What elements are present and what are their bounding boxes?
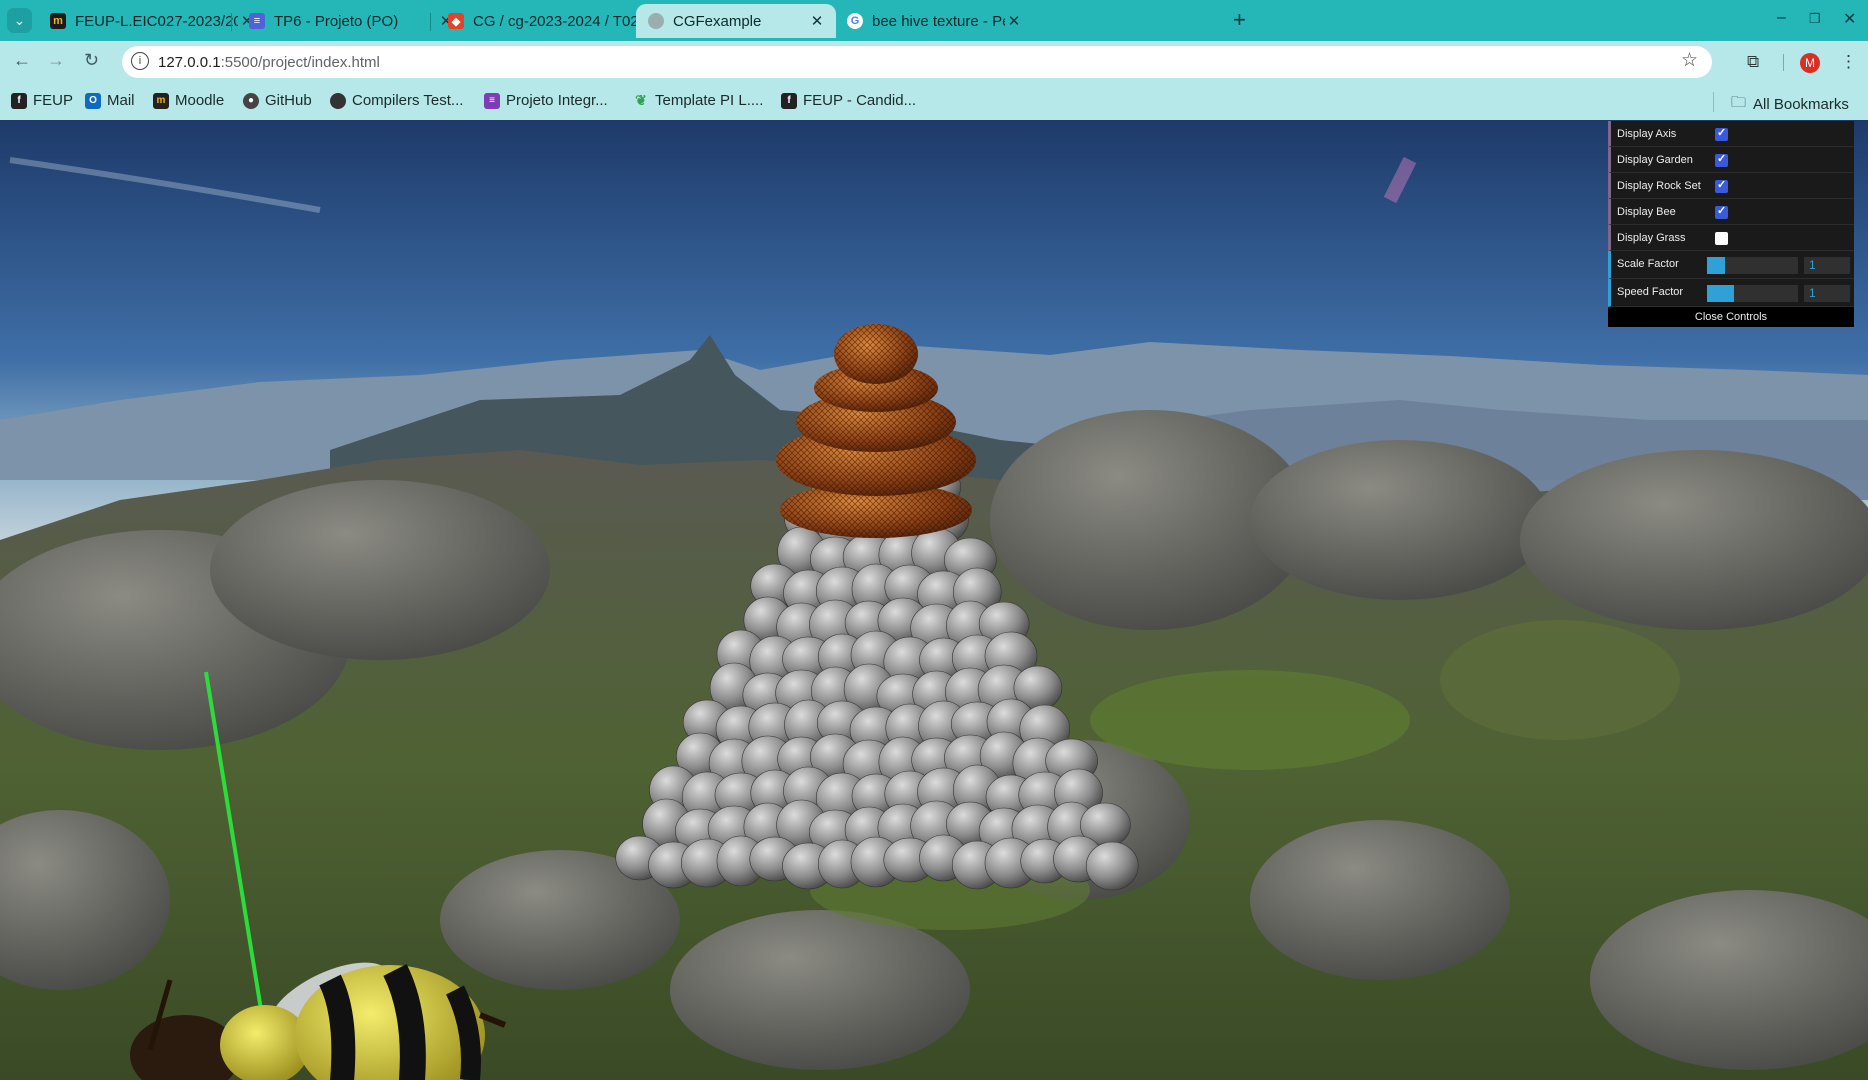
control-label: Display Grass: [1617, 232, 1686, 244]
control-label: Display Rock Set: [1617, 180, 1701, 192]
tab-google-search[interactable]: G bee hive texture - Pesquisa Google ✕: [835, 4, 1033, 38]
scene-canvas: [0, 120, 1868, 1080]
bookmark-moodle[interactable]: m Moodle: [153, 92, 224, 109]
bookmark-mail[interactable]: O Mail: [85, 92, 135, 109]
docs-icon: ≡: [249, 13, 265, 29]
control-label: Scale Factor: [1617, 258, 1679, 270]
menu-kebab-icon[interactable]: ⋮: [1840, 52, 1857, 72]
bookmark-feup-candid[interactable]: f FEUP - Candid...: [781, 92, 916, 109]
site-info-icon[interactable]: i: [131, 52, 149, 70]
new-tab-icon[interactable]: +: [1233, 7, 1246, 33]
feup-icon: f: [781, 92, 797, 109]
scale-factor-input[interactable]: 1: [1804, 257, 1850, 274]
tab-title: bee hive texture - Pesquisa Google: [872, 12, 1005, 30]
control-label: Display Axis: [1617, 128, 1677, 140]
forward-icon[interactable]: →: [47, 50, 65, 71]
scale-factor-row: Scale Factor 1: [1608, 251, 1854, 279]
display-rockset-checkbox[interactable]: [1715, 178, 1728, 193]
feup-icon: f: [11, 92, 27, 109]
control-label: Display Garden: [1617, 154, 1693, 166]
close-tab-icon[interactable]: ✕: [1005, 12, 1023, 30]
tab-title: CG / cg-2023-2024 / T02: [473, 12, 636, 30]
forms-icon: ≡: [484, 92, 500, 109]
display-garden-row[interactable]: Display Garden: [1608, 147, 1854, 173]
tab-gitlab-cg[interactable]: ◆ CG / cg-2023-2024 / T02 ✕: [436, 4, 664, 38]
display-rockset-row[interactable]: Display Rock Set: [1608, 173, 1854, 199]
display-garden-checkbox[interactable]: [1715, 152, 1728, 167]
folder-icon: 🗀: [1731, 94, 1747, 111]
bookmarks-bar: f FEUP O Mail m Moodle ● GitHub Compilers Te…: [0, 83, 1868, 120]
display-bee-row[interactable]: Display Bee: [1608, 199, 1854, 225]
reload-icon[interactable]: ↻: [84, 50, 99, 71]
tab-search-button[interactable]: ⌄: [7, 8, 32, 33]
moodle-icon: m: [50, 13, 66, 29]
display-bee-checkbox[interactable]: [1715, 204, 1728, 219]
back-icon[interactable]: ←: [13, 50, 31, 71]
bookmark-template-pi[interactable]: ❦ Template PI L....: [633, 92, 763, 109]
speed-factor-slider[interactable]: [1707, 285, 1798, 302]
outlook-icon: O: [85, 92, 101, 109]
url-text: 127.0.0.1:5500/project/index.html: [158, 54, 380, 71]
all-bookmarks-button[interactable]: 🗀 All Bookmarks: [1731, 92, 1849, 117]
display-grass-checkbox[interactable]: [1715, 232, 1728, 245]
rock: [1085, 841, 1139, 891]
tab-title: CGFexample: [673, 12, 762, 30]
tab-title: FEUP-L.EIC027-2023/2024: [75, 12, 238, 30]
gitlab-icon: ◆: [448, 13, 464, 29]
control-label: Display Bee: [1617, 206, 1676, 218]
tab-title: TP6 - Projeto (PO): [274, 12, 399, 30]
webgl-scene[interactable]: [0, 120, 1868, 1080]
restore-icon[interactable]: ❐: [1809, 11, 1821, 27]
display-axis-checkbox[interactable]: [1715, 126, 1728, 141]
tab-cgfexample[interactable]: CGFexample ✕: [636, 4, 836, 38]
moodle-icon: m: [153, 92, 169, 109]
bookmark-star-icon[interactable]: ☆: [1681, 49, 1698, 72]
extensions-icon[interactable]: ⧉: [1747, 52, 1759, 72]
control-label: Speed Factor: [1617, 286, 1684, 298]
bookmark-github[interactable]: ● GitHub: [243, 92, 312, 109]
close-controls-button[interactable]: Close Controls: [1608, 307, 1854, 327]
google-icon: G: [847, 13, 863, 29]
minimize-icon[interactable]: –: [1777, 9, 1786, 27]
globe-icon: [648, 13, 664, 29]
speed-factor-input[interactable]: 1: [1804, 285, 1850, 302]
close-tab-icon[interactable]: ✕: [808, 12, 826, 30]
github-icon: ●: [243, 92, 259, 109]
globe-icon: [330, 92, 346, 109]
controls-panel: Display Axis Display Garden Display Rock…: [1608, 121, 1854, 327]
leaf-icon: ❦: [635, 92, 647, 108]
profile-avatar[interactable]: M: [1800, 53, 1820, 73]
scale-factor-slider[interactable]: [1707, 257, 1798, 274]
speed-factor-row: Speed Factor 1: [1608, 279, 1854, 307]
tab-strip: ⌄ m FEUP-L.EIC027-2023/2024 ✕ ≡ TP6 - Pr…: [0, 0, 1868, 41]
browser-toolbar: ← → ↻ i 127.0.0.1:5500/project/index.htm…: [0, 41, 1868, 83]
window-close-icon[interactable]: ✕: [1843, 9, 1856, 29]
bookmark-projeto-integr[interactable]: ≡ Projeto Integr...: [484, 92, 608, 109]
address-bar[interactable]: i 127.0.0.1:5500/project/index.html ☆: [122, 46, 1712, 78]
display-grass-row[interactable]: Display Grass: [1608, 225, 1854, 251]
bookmark-compilers-test[interactable]: Compilers Test...: [330, 92, 463, 109]
bookmark-feup[interactable]: f FEUP: [11, 92, 73, 109]
display-axis-row[interactable]: Display Axis: [1608, 121, 1854, 147]
